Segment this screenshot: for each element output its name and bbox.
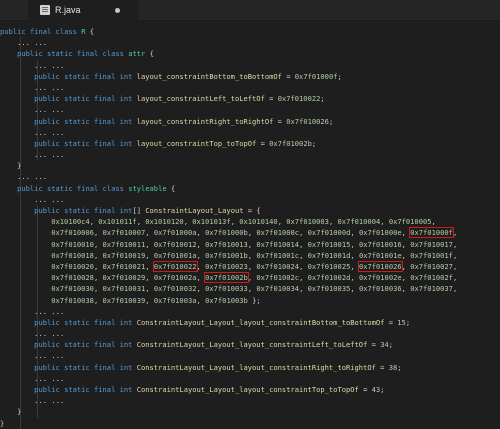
code-line: 0x7f010020, 0x7f010021, 0x7f010022, 0x7f…: [51, 260, 458, 272]
editor-tab-bar: R.java: [0, 0, 500, 21]
code-line: }: [17, 407, 22, 417]
tab-r-java[interactable]: R.java: [28, 0, 138, 20]
code-line: ... ...: [34, 396, 65, 406]
code-line: ... ...: [34, 351, 65, 361]
code-editor[interactable]: public final class R { ... ... public st…: [0, 26, 500, 429]
code-line: ... ...: [34, 127, 65, 137]
highlighted-value: 0x7f010022: [152, 260, 198, 272]
code-line: 0x7f010028, 0x7f010029, 0x7f01002a, 0x7f…: [51, 272, 458, 284]
highlighted-value: 0x7f01000f: [409, 227, 454, 239]
code-line: ... ...: [34, 60, 65, 70]
code-line: 0x10100c4, 0x101011f, 0x1010120, 0x10101…: [51, 217, 436, 227]
code-line: public static final int layout_constrain…: [34, 138, 317, 148]
code-line: 0x7f010006, 0x7f010007, 0x7f01000a, 0x7f…: [51, 227, 458, 239]
code-line: public static final int ConstraintLayout…: [34, 340, 394, 350]
code-line: ... ...: [34, 105, 65, 115]
highlighted-value: 0x7f01002b: [204, 272, 249, 284]
tab-label: R.java: [55, 5, 81, 15]
code-line: ... ...: [17, 38, 48, 48]
code-line: public static final int layout_constrain…: [34, 94, 325, 104]
code-line: ... ...: [34, 373, 65, 383]
code-line: ... ...: [34, 150, 65, 160]
code-line: public static final int layout_constrain…: [34, 116, 334, 126]
code-line: public static final int ConstraintLayout…: [34, 385, 385, 394]
code-line: 0x7f010010, 0x7f010011, 0x7f010012, 0x7f…: [51, 239, 458, 249]
code-line: public static final class styleable {: [17, 183, 176, 193]
code-line: ... ...: [34, 306, 65, 316]
file-icon: [40, 5, 50, 15]
code-line: 0x7f010030, 0x7f010031, 0x7f010032, 0x7f…: [51, 284, 458, 294]
code-line: public final class R {: [0, 27, 95, 36]
code-line: 0x7f010038, 0x7f010039, 0x7f01003a, 0x7f…: [51, 295, 261, 305]
code-line: 0x7f010018, 0x7f010019, 0x7f01001a, 0x7f…: [51, 250, 458, 260]
code-line: ... ...: [34, 329, 65, 339]
unsaved-dot-icon[interactable]: [114, 7, 120, 13]
code-line: ... ...: [34, 82, 65, 92]
highlighted-value: 0x7f010026: [357, 260, 403, 272]
code-line: public static final int layout_constrain…: [34, 71, 342, 81]
code-line: public static final int ConstraintLayout…: [34, 317, 411, 327]
code-line: }: [17, 161, 22, 171]
code-line: }: [0, 418, 5, 428]
code-line: ... ...: [17, 172, 48, 182]
code-line: public static final int ConstraintLayout…: [34, 362, 402, 372]
code-line: public static final int[] ConstraintLayo…: [34, 206, 261, 215]
code-line: ... ...: [34, 194, 65, 204]
code-line: public static final class attr {: [17, 49, 154, 59]
